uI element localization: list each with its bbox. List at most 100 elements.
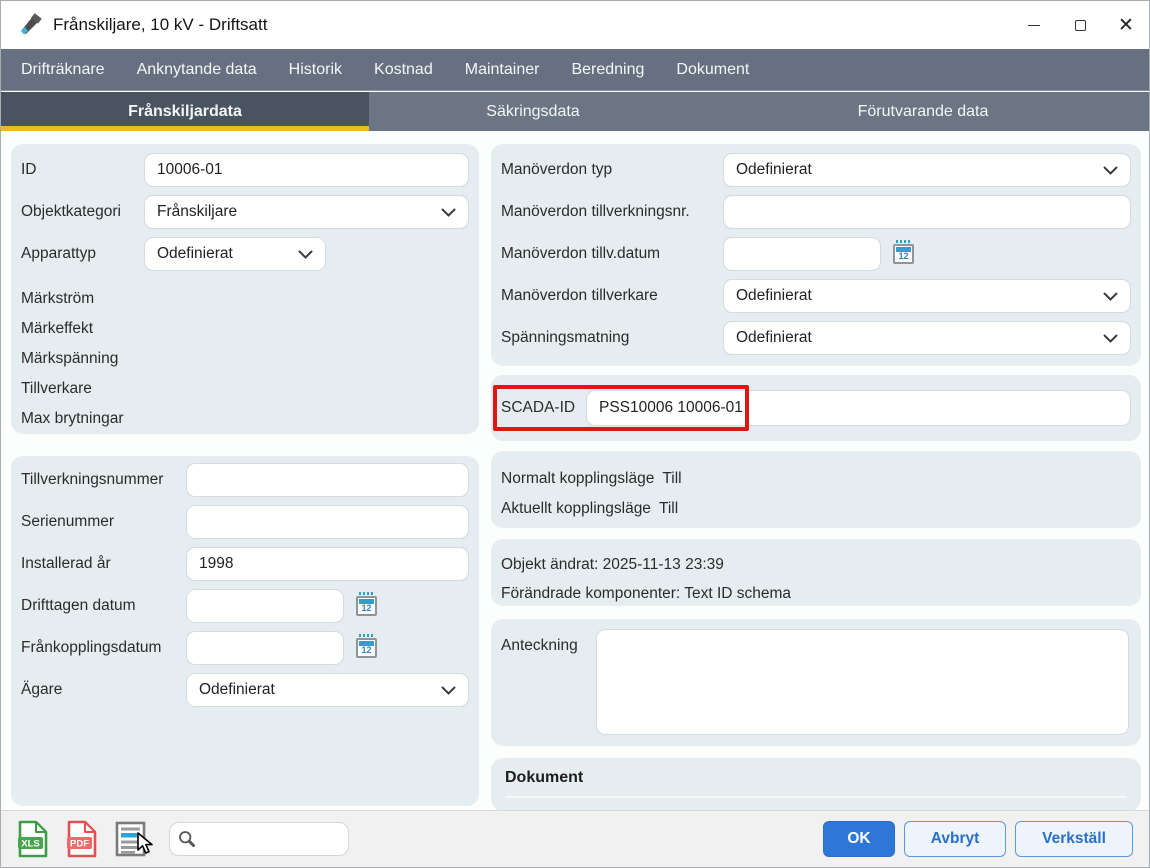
calendar-number: 12 [358,603,375,614]
apparattyp-select[interactable]: Odefinierat [144,237,326,271]
objektkategori-label: Objektkategori [21,203,144,221]
calendar-number: 12 [358,645,375,656]
scada-id-input[interactable] [586,390,1131,426]
anteckning-label: Anteckning [501,629,596,746]
id-input[interactable] [144,153,469,187]
calendar-rings [896,240,911,243]
menu-historik[interactable]: Historik [273,49,358,90]
manoverdon-typ-label: Manöverdon typ [501,161,723,179]
search-box[interactable] [169,822,349,856]
app-tool-icon [17,12,43,38]
manoverdon-tillverkare-select[interactable]: Odefinierat [723,279,1131,313]
manoverdon-tillverkare-label: Manöverdon tillverkare [501,287,723,305]
calendar-icon[interactable]: 12 [356,638,377,658]
panel-andringsinfo: Objekt ändrat: 2025-11-13 23:39 Förändra… [491,539,1141,606]
avbryt-button[interactable]: Avbryt [904,821,1006,857]
calendar-icon[interactable]: 12 [893,244,914,264]
id-label: ID [21,161,144,179]
content-area: ID Objektkategori Frånskiljare Apparatty… [1,131,1149,811]
serienummer-label: Serienummer [21,513,186,531]
footer-bar: XLS PDF [1,810,1149,867]
menu-bar: Drifträknare Anknytande data Historik Ko… [1,49,1149,91]
maximize-icon [1075,20,1086,31]
installerad-ar-input[interactable] [186,547,469,581]
objektkategori-value: Frånskiljare [157,203,433,221]
markspanning-label: Märkspänning [21,344,469,374]
svg-text:PDF: PDF [70,839,89,850]
minimize-button[interactable] [1011,1,1057,49]
export-xls-button[interactable]: XLS [17,820,49,858]
chevron-down-icon [1103,334,1118,343]
drifttagen-datum-input[interactable] [186,589,344,623]
objekt-andrat-text: Objekt ändrat: 2025-11-13 23:39 [501,550,1131,579]
xls-file-icon: XLS [17,820,49,858]
spanningsmatning-select[interactable]: Odefinierat [723,321,1131,355]
chevron-down-icon [1103,292,1118,301]
panel-anteckning: Anteckning [491,619,1141,746]
spanningsmatning-label: Spänningsmatning [501,329,723,347]
search-icon [178,830,196,848]
pdf-file-icon: PDF [66,820,98,858]
calendar-rings [359,592,374,595]
tab-forutvarande-data[interactable]: Förutvarande data [697,92,1149,131]
report-list-button[interactable] [115,821,147,857]
apparattyp-label: Apparattyp [21,245,144,263]
maximize-button[interactable] [1057,1,1103,49]
verkstall-button[interactable]: Verkställ [1015,821,1133,857]
manoverdon-tillv-datum-label: Manöverdon tillv.datum [501,245,723,263]
manoverdon-typ-value: Odefinierat [736,161,1095,179]
close-icon: ✕ [1118,16,1134,35]
forandrade-komponenter-text: Förändrade komponenter: Text ID schema [501,579,1131,608]
menu-anknytande-data[interactable]: Anknytande data [121,49,273,90]
panel-apparatdata: ID Objektkategori Frånskiljare Apparatty… [11,144,479,434]
agare-label: Ägare [21,681,186,699]
panel-kopplingslage: Normalt kopplingsläge Till Aktuellt kopp… [491,451,1141,528]
manoverdon-tillverkare-value: Odefinierat [736,287,1095,305]
tillverkare-label: Tillverkare [21,374,469,404]
chevron-down-icon [298,250,313,259]
menu-kostnad[interactable]: Kostnad [358,49,449,90]
menu-driftraknare[interactable]: Drifträknare [5,49,121,90]
tab-franskiljardata[interactable]: Frånskiljardata [1,92,369,131]
menu-dokument[interactable]: Dokument [660,49,765,90]
search-input[interactable] [202,823,340,855]
tab-bar: Frånskiljardata Säkringsdata Förutvarand… [1,92,1149,131]
mouse-cursor-icon [134,832,156,861]
menu-beredning[interactable]: Beredning [555,49,660,90]
panel-dokument: Dokument [491,758,1141,811]
spanningsmatning-value: Odefinierat [736,329,1095,347]
ok-button[interactable]: OK [823,821,895,857]
manoverdon-tillv-datum-input[interactable] [723,237,881,271]
close-button[interactable]: ✕ [1103,1,1149,49]
markeffekt-label: Märkeffekt [21,314,469,344]
panel-scada: SCADA-ID [491,375,1141,441]
frankopplingsdatum-label: Frånkopplingsdatum [21,639,186,657]
manoverdon-typ-select[interactable]: Odefinierat [723,153,1131,187]
drifttagen-datum-label: Drifttagen datum [21,597,186,615]
objektkategori-select[interactable]: Frånskiljare [144,195,469,229]
anteckning-textarea[interactable] [596,629,1129,735]
normalt-kopplingslage-value: Till [662,470,681,488]
scada-id-label: SCADA-ID [501,399,586,417]
max-brytningar-label: Max brytningar [21,404,469,434]
calendar-rings [359,634,374,637]
agare-value: Odefinierat [199,681,433,699]
window-title: Frånskiljare, 10 kV - Driftsatt [53,15,267,35]
manoverdon-tillverkningsnr-label: Manöverdon tillverkningsnr. [501,203,723,221]
menu-maintainer[interactable]: Maintainer [449,49,556,90]
agare-select[interactable]: Odefinierat [186,673,469,707]
tillverkningsnummer-input[interactable] [186,463,469,497]
panel-tillverkningsdata: Tillverkningsnummer Serienummer Installe… [11,456,479,806]
frankopplingsdatum-input[interactable] [186,631,344,665]
chevron-down-icon [441,208,456,217]
tab-sakringsdata[interactable]: Säkringsdata [369,92,697,131]
serienummer-input[interactable] [186,505,469,539]
manoverdon-tillverkningsnr-input[interactable] [723,195,1131,229]
markstrom-label: Märkström [21,284,469,314]
calendar-icon[interactable]: 12 [356,596,377,616]
aktuellt-kopplingslage-label: Aktuellt kopplingsläge [501,500,651,518]
export-pdf-button[interactable]: PDF [66,820,98,858]
dokument-header: Dokument [505,769,1127,787]
tillverkningsnummer-label: Tillverkningsnummer [21,471,186,489]
minimize-icon [1028,25,1040,26]
